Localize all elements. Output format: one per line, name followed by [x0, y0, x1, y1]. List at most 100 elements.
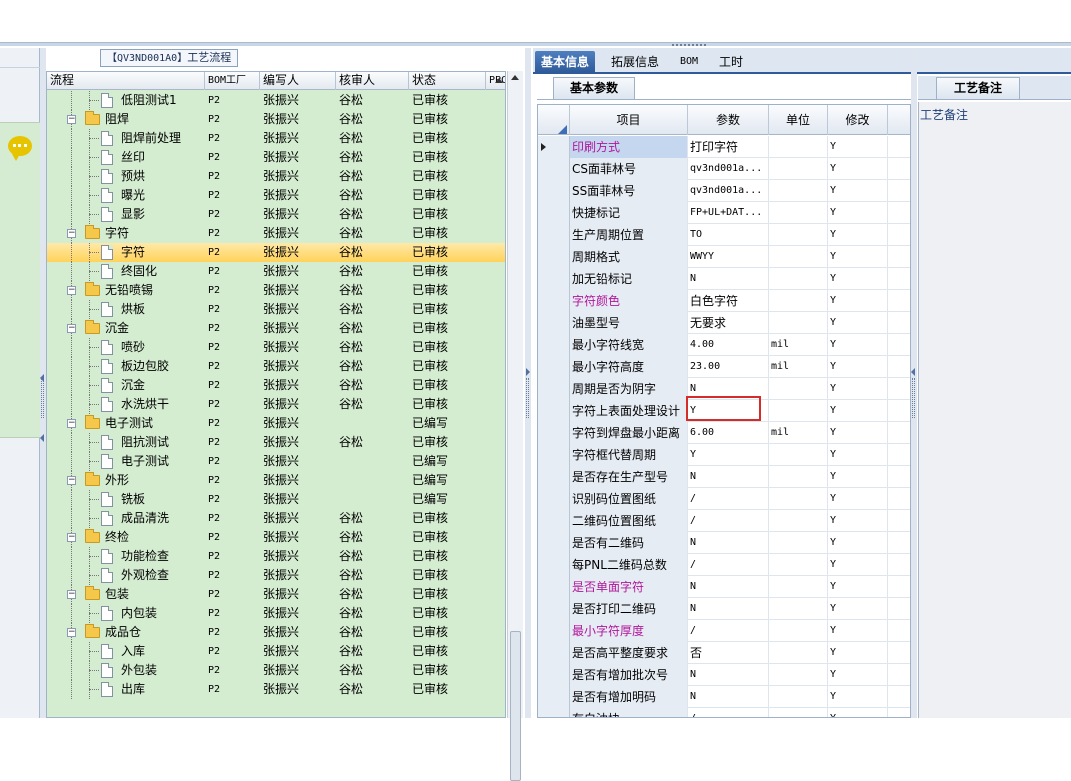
tab-extended-info[interactable]: 拓展信息 [605, 51, 665, 73]
tree-row[interactable]: 显影 P2 张振兴 谷松 已审核 [47, 205, 505, 224]
param-edit-cell[interactable]: Y [828, 290, 888, 312]
param-unit-cell[interactable] [769, 180, 828, 202]
param-edit-cell[interactable]: Y [828, 378, 888, 400]
row-header[interactable] [538, 532, 570, 554]
col-header-status[interactable]: 状态 [409, 72, 486, 90]
tree-group-row[interactable]: − 无铅喷锡 P2 张振兴 谷松 已审核 [47, 281, 505, 300]
param-edit-cell[interactable]: Y [828, 312, 888, 334]
param-unit-cell[interactable]: mil [769, 334, 828, 356]
row-header[interactable] [538, 400, 570, 422]
tree-row[interactable]: 丝印 P2 张振兴 谷松 已审核 [47, 148, 505, 167]
row-header[interactable] [538, 202, 570, 224]
tree-row[interactable]: 字符 P2 张振兴 谷松 已审核 [47, 243, 505, 262]
param-edit-cell[interactable]: Y [828, 708, 888, 717]
collapse-node-icon[interactable]: − [67, 590, 76, 599]
collapse-node-icon[interactable]: − [67, 324, 76, 333]
chat-bubble-icon[interactable] [8, 136, 32, 161]
row-header[interactable] [538, 510, 570, 532]
tree-row[interactable]: 阻焊前处理 P2 张振兴 谷松 已审核 [47, 129, 505, 148]
param-row[interactable]: 是否单面字符 N Y [538, 576, 910, 598]
tree-group-row[interactable]: − 成品仓 P2 张振兴 谷松 已审核 [47, 623, 505, 642]
param-unit-cell[interactable]: mil [769, 356, 828, 378]
tree-row[interactable]: 沉金 P2 张振兴 谷松 已审核 [47, 376, 505, 395]
param-unit-cell[interactable] [769, 202, 828, 224]
param-edit-cell[interactable]: Y [828, 510, 888, 532]
row-header[interactable] [538, 686, 570, 708]
sort-up-icon[interactable] [495, 78, 503, 83]
param-edit-cell[interactable]: Y [828, 532, 888, 554]
param-unit-cell[interactable] [769, 312, 828, 334]
param-row[interactable]: 是否打印二维码 N Y [538, 598, 910, 620]
param-edit-cell[interactable]: Y [828, 224, 888, 246]
row-header[interactable] [538, 158, 570, 180]
param-unit-cell[interactable] [769, 598, 828, 620]
param-value-cell[interactable]: 6.00 [688, 422, 769, 444]
param-unit-cell[interactable] [769, 686, 828, 708]
row-header[interactable] [538, 444, 570, 466]
col-header-unit[interactable]: 单位 [769, 105, 828, 135]
process-tree-grid[interactable]: 流程 BOM工厂 编写人 核审人 状态 PPC 低阻测试1 P2 张振兴 谷松 已审核 −… [46, 71, 506, 718]
collapse-node-icon[interactable]: − [67, 286, 76, 295]
tree-row[interactable]: 预烘 P2 张振兴 谷松 已审核 [47, 167, 505, 186]
tree-row[interactable]: 水洗烘干 P2 张振兴 谷松 已审核 [47, 395, 505, 414]
param-value-cell[interactable]: N [688, 576, 769, 598]
param-unit-cell[interactable] [769, 642, 828, 664]
remarks-body[interactable] [918, 102, 1071, 718]
param-row[interactable]: 有白油块/ Y [538, 708, 910, 717]
param-unit-cell[interactable] [769, 400, 828, 422]
col-header-factory[interactable]: BOM工厂 [205, 72, 260, 90]
param-unit-cell[interactable] [769, 224, 828, 246]
select-all-icon[interactable] [558, 125, 567, 134]
param-unit-cell[interactable] [769, 444, 828, 466]
row-header[interactable] [538, 312, 570, 334]
param-row[interactable]: 最小字符高度 23.00 mil Y [538, 356, 910, 378]
param-value-cell[interactable]: 4.00 [688, 334, 769, 356]
tree-row[interactable]: 铣板 P2 张振兴 已编写 [47, 490, 505, 509]
param-row[interactable]: 最小字符线宽 4.00 mil Y [538, 334, 910, 356]
param-unit-cell[interactable] [769, 246, 828, 268]
tree-group-row[interactable]: − 阻焊 P2 张振兴 谷松 已审核 [47, 110, 505, 129]
collapse-node-icon[interactable]: − [67, 628, 76, 637]
param-edit-cell[interactable]: Y [828, 202, 888, 224]
param-edit-cell[interactable]: Y [828, 180, 888, 202]
param-row[interactable]: 周期格式 WWYY Y [538, 246, 910, 268]
param-value-cell[interactable]: FP+UL+DAT... [688, 202, 769, 224]
splitter-right[interactable] [911, 48, 917, 718]
tree-group-row[interactable]: − 终检 P2 张振兴 谷松 已审核 [47, 528, 505, 547]
param-value-cell[interactable]: qv3nd001a... [688, 180, 769, 202]
param-edit-cell[interactable]: Y [828, 400, 888, 422]
param-value-cell[interactable]: 无要求 [688, 312, 769, 334]
param-unit-cell[interactable] [769, 554, 828, 576]
param-edit-cell[interactable]: Y [828, 598, 888, 620]
param-row[interactable]: 是否有增加批次号 N Y [538, 664, 910, 686]
row-header[interactable] [538, 246, 570, 268]
tree-group-row[interactable]: − 电子测试 P2 张振兴 已编写 [47, 414, 505, 433]
tree-row[interactable]: 曝光 P2 张振兴 谷松 已审核 [47, 186, 505, 205]
param-row[interactable]: 每PNL二维码总数 / Y [538, 554, 910, 576]
param-value-cell[interactable]: TO [688, 224, 769, 246]
param-row[interactable]: 最小字符厚度 / Y [538, 620, 910, 642]
row-header[interactable] [538, 488, 570, 510]
param-unit-cell[interactable] [769, 136, 828, 158]
collapse-node-icon[interactable]: − [67, 229, 76, 238]
tree-row[interactable]: 功能检查 P2 张振兴 谷松 已审核 [47, 547, 505, 566]
tree-row[interactable]: 外包装 P2 张振兴 谷松 已审核 [47, 661, 505, 680]
row-header[interactable] [538, 378, 570, 400]
tree-group-row[interactable]: − 外形 P2 张振兴 已编写 [47, 471, 505, 490]
param-edit-cell[interactable]: Y [828, 620, 888, 642]
tree-row[interactable]: 外观检查 P2 张振兴 谷松 已审核 [47, 566, 505, 585]
param-value-cell[interactable]: / [688, 554, 769, 576]
param-edit-cell[interactable]: Y [828, 136, 888, 158]
param-unit-cell[interactable] [769, 708, 828, 717]
param-unit-cell[interactable]: mil [769, 422, 828, 444]
param-unit-cell[interactable] [769, 158, 828, 180]
param-row[interactable]: 字符颜色 白色字符 Y [538, 290, 910, 312]
tree-group-row[interactable]: − 字符 P2 张振兴 谷松 已审核 [47, 224, 505, 243]
expand-right-icon[interactable] [526, 368, 530, 376]
param-edit-cell[interactable]: Y [828, 488, 888, 510]
tree-scrollbar[interactable] [507, 71, 523, 781]
param-edit-cell[interactable]: Y [828, 158, 888, 180]
col-header-reviewer[interactable]: 核审人 [336, 72, 409, 90]
collapse-node-icon[interactable]: − [67, 419, 76, 428]
param-value-cell[interactable]: N [688, 532, 769, 554]
